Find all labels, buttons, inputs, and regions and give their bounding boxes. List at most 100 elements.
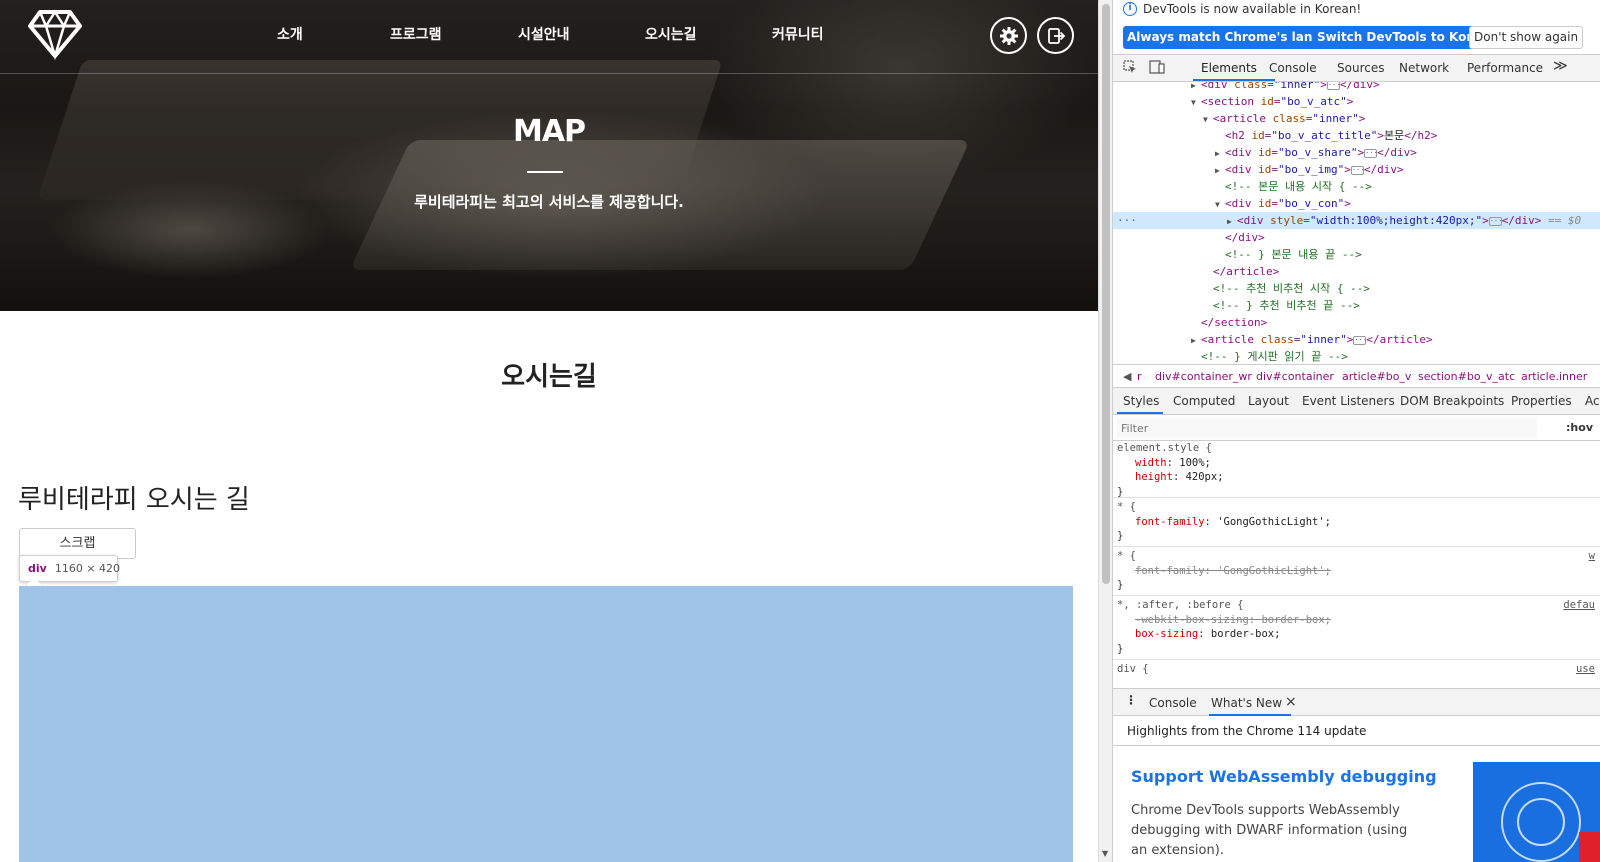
tab-elements[interactable]: Elements: [1201, 61, 1257, 75]
nav-item-program[interactable]: 프로그램: [390, 24, 442, 44]
diamond-logo-icon[interactable]: [28, 8, 82, 60]
dom-node[interactable]: ▶ <article class="inner">···</article>: [1113, 331, 1600, 348]
map-container-highlighted[interactable]: [19, 586, 1073, 862]
nav-item-directions[interactable]: 오시는길: [645, 24, 697, 44]
close-icon[interactable]: ×: [1285, 694, 1297, 710]
css-rule[interactable]: * { font-family: 'GongGothicLight'; }: [1113, 500, 1600, 547]
hero-title: MAP: [512, 114, 586, 149]
tab-computed[interactable]: Computed: [1173, 394, 1235, 408]
whats-new-title[interactable]: Support WebAssembly debugging: [1131, 767, 1437, 786]
tab-properties[interactable]: Properties: [1511, 394, 1572, 408]
dom-node[interactable]: </section>: [1113, 314, 1600, 331]
dom-node[interactable]: </article>: [1113, 263, 1600, 280]
css-rule[interactable]: element.style { width: 100%; height: 420…: [1113, 441, 1600, 498]
drawer-tab-whats-new[interactable]: What's New: [1211, 696, 1282, 710]
hero-banner: 소개 프로그램 시설안내 오시는길 커뮤니티 MAP 루비테라피는 최고의 서비…: [0, 0, 1098, 311]
language-infobar: i DevTools is now available in Korean! A…: [1113, 0, 1600, 55]
dom-comment[interactable]: <!-- 본문 내용 시작 { -->: [1113, 178, 1600, 195]
dom-node[interactable]: ▶ <div id="bo_v_share">···</div>: [1113, 144, 1600, 161]
dom-node[interactable]: ▼ <article class="inner">: [1113, 110, 1600, 127]
scroll-down-arrow-icon[interactable]: ▼: [1102, 849, 1108, 858]
rule-selector: *, :after, :before {: [1117, 599, 1244, 611]
tab-performance[interactable]: Performance: [1467, 61, 1543, 75]
rule-selector: div {: [1117, 663, 1149, 675]
dont-show-again-button[interactable]: Don't show again: [1469, 26, 1584, 49]
screen: 소개 프로그램 시설안내 오시는길 커뮤니티 MAP 루비테라피는 최고의 서비…: [0, 0, 1600, 862]
tab-accessibility[interactable]: Ac: [1585, 394, 1600, 408]
tab-layout[interactable]: Layout: [1248, 394, 1289, 408]
tooltip-tag: div: [28, 562, 47, 575]
dom-node[interactable]: ▼ <div id="bo_v_con">: [1113, 195, 1600, 212]
nav-item-facility[interactable]: 시설안내: [518, 24, 570, 44]
dom-node[interactable]: </div>: [1113, 229, 1600, 246]
gear-icon: [999, 26, 1018, 45]
tab-sources[interactable]: Sources: [1337, 61, 1384, 75]
dom-comment[interactable]: <!-- 추천 비추천 시작 { -->: [1113, 280, 1600, 297]
settings-button[interactable]: [990, 17, 1027, 54]
breadcrumb-item[interactable]: article#bo_v: [1342, 370, 1411, 383]
rule-close: }: [1117, 579, 1124, 591]
node-actions-icon[interactable]: ···: [1117, 212, 1137, 229]
styles-tabbar: Styles Computed Layout Event Listeners D…: [1113, 388, 1600, 415]
breadcrumb-item[interactable]: r: [1137, 370, 1142, 383]
dom-node[interactable]: ▶ <div id="bo_v_img">···</div>: [1113, 161, 1600, 178]
rule-source-link[interactable]: w: [1589, 549, 1595, 564]
rule-source-link[interactable]: defau: [1563, 598, 1595, 613]
dom-node-selected[interactable]: ··· ▶ <div style="width:100%;height:420px…: [1113, 212, 1600, 229]
rule-selector: element.style {: [1117, 442, 1212, 454]
css-rule[interactable]: * { w font-family: 'GongGothicLight'; }: [1113, 549, 1600, 596]
logout-button[interactable]: [1037, 17, 1074, 54]
info-icon: i: [1123, 2, 1137, 16]
thumbnail-ring: [1517, 798, 1565, 846]
logout-icon: [1047, 27, 1065, 44]
tab-network[interactable]: Network: [1399, 61, 1449, 75]
css-rule[interactable]: *, :after, :before { defau -webkit-box-s…: [1113, 598, 1600, 660]
rule-close: }: [1117, 642, 1124, 655]
breadcrumb-item[interactable]: div#container: [1256, 370, 1334, 383]
css-declaration[interactable]: height: 420px;: [1117, 470, 1600, 485]
dom-node[interactable]: ▼ <section id="bo_v_atc">: [1113, 93, 1600, 110]
dom-node[interactable]: ▶ <div class="inner">···</div>: [1113, 82, 1600, 93]
nav-item-intro[interactable]: 소개: [277, 24, 303, 44]
drawer-tab-console[interactable]: Console: [1149, 696, 1197, 710]
tab-styles[interactable]: Styles: [1123, 394, 1159, 408]
tab-dom-breakpoints[interactable]: DOM Breakpoints: [1400, 394, 1504, 408]
rule-selector: * {: [1117, 550, 1136, 562]
page-scrollbar[interactable]: ▼: [1098, 0, 1112, 862]
hero-divider: [527, 171, 563, 173]
dom-node[interactable]: <h2 id="bo_v_atc_title">본문</h2>: [1113, 127, 1600, 144]
whats-new-header: Highlights from the Chrome 114 update: [1113, 716, 1600, 746]
hover-state-toggle[interactable]: :hov: [1566, 421, 1593, 434]
dom-comment[interactable]: <!-- } 추천 비추천 끝 -->: [1113, 297, 1600, 314]
active-tab-indicator: [1193, 79, 1275, 81]
rule-close: }: [1117, 485, 1124, 498]
breadcrumb-item[interactable]: section#bo_v_atc: [1418, 370, 1515, 383]
tab-console[interactable]: Console: [1269, 61, 1317, 75]
css-rule[interactable]: div { use: [1113, 662, 1600, 678]
device-toolbar-icon[interactable]: [1149, 60, 1165, 74]
drawer-menu-icon[interactable]: ⋮: [1125, 693, 1137, 707]
dom-comment[interactable]: <!-- } 게시판 읽기 끝 -->: [1113, 348, 1600, 364]
rule-source-link[interactable]: use: [1576, 662, 1595, 677]
css-declaration-overridden[interactable]: font-family: 'GongGothicLight';: [1117, 564, 1600, 579]
hero-subtitle: 루비테라피는 최고의 서비스를 제공합니다.: [414, 193, 684, 211]
whats-new-thumbnail[interactable]: [1473, 762, 1600, 862]
css-declaration[interactable]: font-family: 'GongGothicLight';: [1117, 515, 1600, 530]
scrollbar-thumb[interactable]: [1102, 4, 1110, 584]
nav-item-community[interactable]: 커뮤니티: [772, 24, 824, 44]
styles-filter-input[interactable]: [1117, 418, 1537, 438]
tab-event-listeners[interactable]: Event Listeners: [1302, 394, 1395, 408]
breadcrumb-item[interactable]: div#container_wr: [1155, 370, 1252, 383]
css-declaration[interactable]: width: 100%;: [1117, 456, 1600, 471]
css-declaration-overridden[interactable]: -webkit-box-sizing: border-box;: [1117, 613, 1600, 628]
more-tabs-icon[interactable]: ≫: [1553, 58, 1568, 74]
top-navigation: 소개 프로그램 시설안내 오시는길 커뮤니티: [0, 0, 1098, 74]
breadcrumb-scroll-left-icon[interactable]: ◀: [1123, 370, 1131, 383]
inspect-element-icon[interactable]: [1123, 60, 1137, 74]
styles-filter-row: :hov: [1113, 415, 1600, 441]
infobar-message: DevTools is now available in Korean!: [1143, 2, 1362, 16]
dom-comment[interactable]: <!-- } 본문 내용 끝 -->: [1113, 246, 1600, 263]
breadcrumb-item[interactable]: article.inner: [1521, 370, 1587, 383]
dom-tree: ▶ <div class="inner">···</div> ▼ <section …: [1113, 82, 1600, 364]
css-declaration[interactable]: box-sizing: border-box;: [1117, 627, 1600, 642]
